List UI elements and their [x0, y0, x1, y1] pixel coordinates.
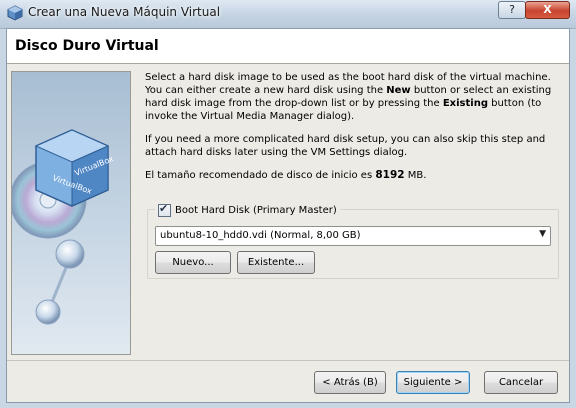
virtualbox-icon [7, 5, 23, 21]
description-area: Select a hard disk image to be used as t… [145, 71, 563, 192]
recommended-size-text: El tamaño recomendado de disco de inicio… [145, 169, 427, 181]
checkmark-icon: ✔ [159, 202, 169, 215]
dropdown-arrow-icon[interactable]: ▼ [539, 229, 546, 239]
boot-hard-disk-checkbox[interactable]: ✔ [158, 202, 171, 217]
virtualbox-cube-disc-icon: VirtualBox VirtualBox [12, 129, 115, 325]
boot-hard-disk-group: ✔ Boot Hard Disk (Primary Master) ubuntu8… [147, 202, 559, 279]
help-button[interactable]: ? [498, 1, 526, 19]
title-bar: Crear una Nueva Máquin Virtual ? X [0, 0, 576, 29]
page-title: Disco Duro Virtual [15, 38, 159, 54]
cancel-button[interactable]: Cancelar [484, 371, 558, 394]
wizard-dialog: Disco Duro Virtual VirtualBox VirtualBox… [6, 28, 570, 403]
description-paragraph-1: Select a hard disk image to be used as t… [145, 72, 552, 122]
back-button[interactable]: < Atrás (B) [314, 371, 386, 394]
new-disk-button[interactable]: Nuevo... [155, 251, 231, 274]
window-title: Crear una Nueva Máquin Virtual [28, 5, 221, 19]
recommended-size-value: 8192 [375, 169, 405, 181]
virtualbox-illustration: VirtualBox VirtualBox [11, 71, 131, 355]
boot-hard-disk-label[interactable]: Boot Hard Disk (Primary Master) [175, 205, 337, 216]
hard-disk-select[interactable]: ubuntu8-10_hdd0.vdi (Normal, 8,00 GB) ▼ [155, 226, 551, 246]
existing-disk-button[interactable]: Existente... [237, 251, 315, 274]
close-button[interactable]: X [525, 1, 570, 19]
footer-divider [7, 360, 569, 361]
next-button[interactable]: Siguiente > [396, 371, 470, 394]
wizard-header: Disco Duro Virtual [7, 29, 569, 64]
boot-hard-disk-checkbox-row[interactable]: ✔ Boot Hard Disk (Primary Master) [155, 202, 340, 218]
hard-disk-select-value: ubuntu8-10_hdd0.vdi (Normal, 8,00 GB) [160, 230, 361, 241]
description-paragraph-2: If you need a more complicated hard disk… [145, 134, 546, 158]
